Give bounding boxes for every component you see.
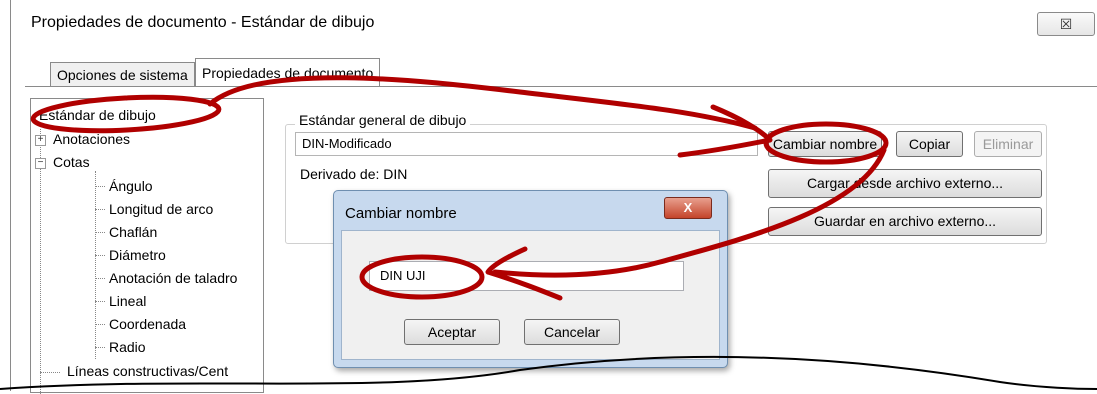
tree-item-linear[interactable]: Lineal xyxy=(109,293,146,309)
derived-from-label: Derivado de: DIN xyxy=(300,166,408,182)
tree-item-chamfer[interactable]: Chaflán xyxy=(109,224,157,240)
close-button[interactable]: ☒ xyxy=(1037,12,1095,36)
tree-item-arc-length[interactable]: Longitud de arco xyxy=(109,201,213,217)
rename-button[interactable]: Cambiar nombre xyxy=(768,131,882,157)
dialog-title: Cambiar nombre xyxy=(345,205,457,222)
expand-icon[interactable]: + xyxy=(35,135,46,146)
rename-dialog: Cambiar nombre X DIN UJI Aceptar Cancela… xyxy=(333,190,728,368)
cancel-button[interactable]: Cancelar xyxy=(524,319,620,345)
dialog-body: DIN UJI Aceptar Cancelar xyxy=(341,230,720,360)
group-label: Estándar general de dibujo xyxy=(295,112,471,128)
tab-system-options[interactable]: Opciones de sistema xyxy=(50,62,195,87)
tree-item-annotations[interactable]: Anotaciones xyxy=(53,131,130,147)
tree-item-radius[interactable]: Radio xyxy=(109,339,146,355)
tree-item-diameter[interactable]: Diámetro xyxy=(109,247,166,263)
window-title: Propiedades de documento - Estándar de d… xyxy=(31,14,375,31)
save-to-file-button[interactable]: Guardar en archivo externo... xyxy=(768,207,1042,236)
new-name-input[interactable]: DIN UJI xyxy=(369,261,684,291)
tree-item-hole-callout[interactable]: Anotación de taladro xyxy=(109,270,237,286)
tree-item-dimensions[interactable]: Cotas xyxy=(53,154,90,170)
tree-connector xyxy=(95,278,105,279)
settings-tree: Estándar de dibujo + Anotaciones − Cotas… xyxy=(30,98,264,394)
tree-connector xyxy=(95,171,96,359)
copy-button[interactable]: Copiar xyxy=(896,131,963,157)
tree-item-ordinate[interactable]: Coordenada xyxy=(109,316,186,332)
tree-connector xyxy=(95,255,105,256)
title-bar: Propiedades de documento - Estándar de d… xyxy=(11,0,1097,44)
tree-item-drawing-standard[interactable]: Estándar de dibujo xyxy=(39,107,156,123)
standard-name-field[interactable]: DIN-Modificado xyxy=(295,132,758,156)
collapse-icon[interactable]: − xyxy=(35,158,46,169)
delete-button[interactable]: Eliminar xyxy=(974,131,1042,157)
tree-connector xyxy=(95,347,105,348)
tree-connector xyxy=(95,324,105,325)
tree-connector xyxy=(95,301,105,302)
tab-document-properties[interactable]: Propiedades de documento xyxy=(195,58,381,88)
tree-item-construction-lines[interactable]: Líneas constructivas/Cent xyxy=(67,363,228,379)
tree-connector xyxy=(40,372,60,373)
tree-connector xyxy=(95,209,105,210)
dialog-close-button[interactable]: X xyxy=(664,197,712,219)
tree-item-angle[interactable]: Ángulo xyxy=(109,178,153,194)
tree-connector xyxy=(95,186,105,187)
tree-connector xyxy=(95,232,105,233)
ok-button[interactable]: Aceptar xyxy=(404,319,500,345)
load-from-file-button[interactable]: Cargar desde archivo externo... xyxy=(768,169,1042,198)
